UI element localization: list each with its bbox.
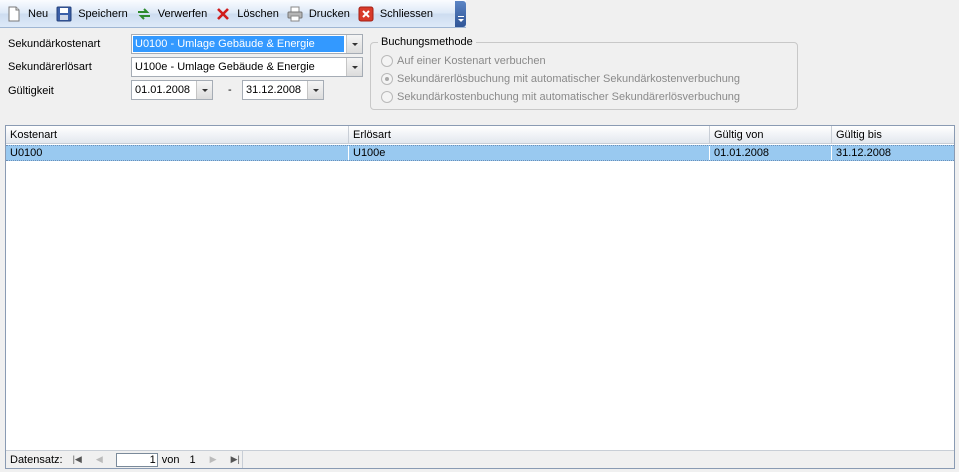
cell-erloesart[interactable]: U100e <box>349 146 710 160</box>
grid-header: Kostenart Erlösart Gültig von Gültig bis <box>6 126 954 144</box>
sekundaererloesart-value: U100e - Umlage Gebäude & Energie <box>135 61 315 73</box>
cell-kostenart[interactable]: U0100 <box>6 146 349 160</box>
radio-button[interactable] <box>381 91 393 103</box>
next-record-icon[interactable]: ▶ <box>210 454 217 465</box>
data-grid: Kostenart Erlösart Gültig von Gültig bis… <box>5 125 955 469</box>
print-button-label: Drucken <box>308 7 350 20</box>
cell-gueltig-von[interactable]: 01.01.2008 <box>710 146 832 160</box>
radio-label: Sekundärerlösbuchung mit automatischer S… <box>397 73 741 85</box>
navigator-label: Datensatz: <box>10 453 63 466</box>
column-header-kostenart[interactable]: Kostenart <box>6 126 349 144</box>
discard-button-label: Verwerfen <box>157 7 208 20</box>
sekundaerkostenart-combo[interactable]: U0100 - Umlage Gebäude & Energie <box>131 34 363 54</box>
chevron-down-icon[interactable] <box>196 81 212 99</box>
buchungsmethode-title: Buchungsmethode <box>378 36 476 48</box>
radio-option-kostenart[interactable]: Auf einer Kostenart verbuchen <box>381 55 546 67</box>
radio-label: Sekundärkostenbuchung mit automatischer … <box>397 91 741 103</box>
gueltig-bis-date-picker[interactable]: 31.12.2008 <box>242 80 324 100</box>
cell-gueltig-bis[interactable]: 31.12.2008 <box>832 146 954 160</box>
chevron-down-icon[interactable] <box>346 35 362 53</box>
sekundaererloesart-combo[interactable]: U100e - Umlage Gebäude & Energie <box>131 57 363 77</box>
current-record-input[interactable]: 1 <box>115 452 158 467</box>
radio-button[interactable] <box>381 55 393 67</box>
new-button-label: Neu <box>28 7 49 20</box>
new-button[interactable]: Neu <box>4 3 54 25</box>
save-button[interactable]: Speichern <box>54 3 134 25</box>
total-records: 1 <box>189 453 196 466</box>
sekundaerkostenart-value: U0100 - Umlage Gebäude & Energie <box>133 36 344 52</box>
close-button-label: Schliessen <box>379 7 434 20</box>
column-header-gueltig-von[interactable]: Gültig von <box>710 126 832 144</box>
sekundaererloesart-label: Sekundärerlösart <box>8 61 92 73</box>
chevron-down-icon[interactable] <box>307 81 323 99</box>
discard-arrows-icon <box>136 6 152 22</box>
column-header-gueltig-bis[interactable]: Gültig bis <box>832 126 954 144</box>
toolbar-overflow-button[interactable] <box>455 1 466 27</box>
radio-button[interactable] <box>381 73 393 85</box>
floppy-disk-icon <box>56 6 72 22</box>
radio-label: Auf einer Kostenart verbuchen <box>397 55 546 67</box>
previous-record-icon[interactable]: ◀ <box>96 454 103 465</box>
toolbar: Neu Speichern Verwerfen Löschen Drucken … <box>0 0 466 28</box>
record-navigator: Datensatz: |◀ ◀ 1 von 1 ▶ ▶| <box>6 450 954 468</box>
discard-button[interactable]: Verwerfen <box>134 3 214 25</box>
date-range-separator: - <box>228 84 232 96</box>
first-record-icon[interactable]: |◀ <box>73 454 82 465</box>
sekundaerkostenart-label: Sekundärkostenart <box>8 38 101 50</box>
print-button[interactable]: Drucken <box>285 3 356 25</box>
delete-button-label: Löschen <box>237 7 279 20</box>
table-row[interactable]: U0100 U100e 01.01.2008 31.12.2008 <box>6 145 954 161</box>
gueltigkeit-label: Gültigkeit <box>8 85 54 97</box>
save-button-label: Speichern <box>78 7 128 20</box>
gueltig-bis-value: 31.12.2008 <box>246 84 302 96</box>
delete-button[interactable]: Löschen <box>213 3 285 25</box>
gueltig-von-value: 01.01.2008 <box>135 84 191 96</box>
radio-option-erloesbuchung[interactable]: Sekundärerlösbuchung mit automatischer S… <box>381 73 740 85</box>
column-header-erloesart[interactable]: Erlösart <box>349 126 710 144</box>
gueltig-von-date-picker[interactable]: 01.01.2008 <box>131 80 213 100</box>
radio-option-kostenbuchung[interactable]: Sekundärkostenbuchung mit automatischer … <box>381 91 740 103</box>
of-label: von <box>161 453 180 466</box>
close-box-icon <box>358 6 374 22</box>
last-record-icon[interactable]: ▶| <box>231 454 240 465</box>
printer-icon <box>287 6 303 22</box>
red-x-icon <box>215 6 231 22</box>
chevron-down-icon[interactable] <box>346 58 362 76</box>
new-document-icon <box>6 6 22 22</box>
navigator-divider <box>242 451 243 468</box>
close-button[interactable]: Schliessen <box>356 3 439 25</box>
